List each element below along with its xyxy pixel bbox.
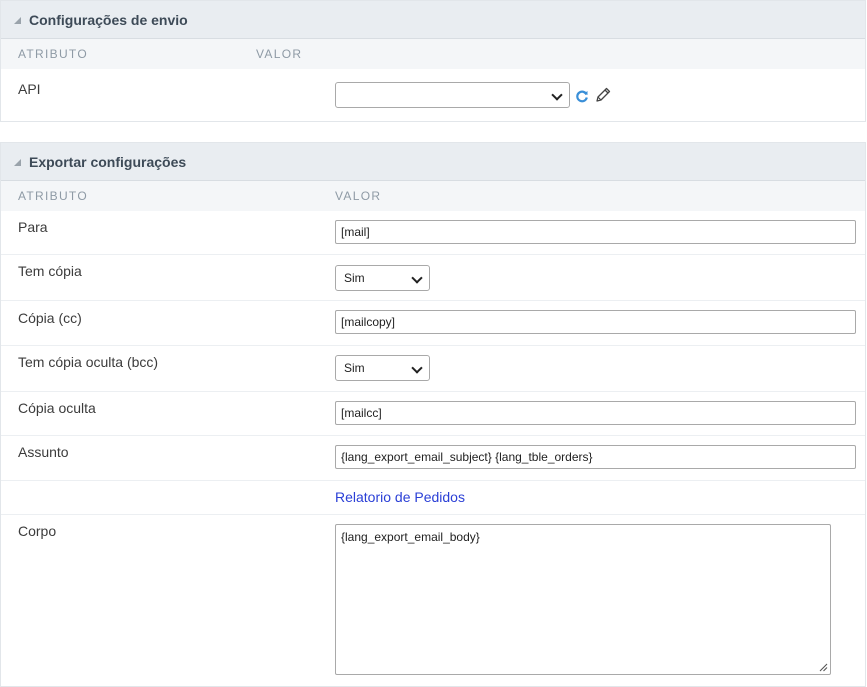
assunto-label: Assunto bbox=[18, 444, 69, 460]
para-input[interactable] bbox=[335, 220, 856, 244]
para-row: Para bbox=[1, 211, 865, 255]
refresh-icon[interactable] bbox=[575, 89, 589, 103]
resize-handle-icon[interactable] bbox=[818, 662, 828, 672]
collapse-triangle-icon[interactable] bbox=[14, 159, 21, 166]
column-value: VALOR bbox=[256, 47, 303, 61]
tem-copia-select-value: Sim bbox=[344, 271, 365, 285]
tem-copia-select[interactable]: Sim bbox=[335, 265, 430, 291]
relatorio-pedidos-link[interactable]: Relatorio de Pedidos bbox=[335, 489, 465, 505]
copia-oculta-label: Cópia oculta bbox=[18, 400, 96, 416]
column-attribute: ATRIBUTO bbox=[18, 189, 88, 203]
tem-copia-oculta-label: Tem cópia oculta (bcc) bbox=[18, 354, 159, 370]
column-value: VALOR bbox=[335, 189, 382, 203]
assunto-row: Assunto bbox=[1, 436, 865, 481]
tem-copia-oculta-row: Tem cópia oculta (bcc) Sim bbox=[1, 346, 865, 392]
chevron-down-icon bbox=[551, 89, 563, 101]
send-settings-title: Configurações de envio bbox=[29, 11, 188, 28]
send-settings-panel: Configurações de envio ATRIBUTO VALOR AP… bbox=[0, 0, 866, 122]
tem-copia-label: Tem cópia bbox=[18, 263, 82, 279]
corpo-row: Corpo {lang_export_email_body} bbox=[1, 515, 865, 687]
export-settings-title: Exportar configurações bbox=[29, 153, 187, 170]
send-settings-header[interactable]: Configurações de envio bbox=[1, 1, 865, 39]
chevron-down-icon bbox=[411, 272, 423, 284]
api-select[interactable] bbox=[335, 82, 570, 108]
export-settings-column-header: ATRIBUTO VALOR bbox=[1, 181, 865, 211]
edit-pencil-icon[interactable] bbox=[594, 86, 612, 104]
copia-cc-row: Cópia (cc) bbox=[1, 301, 865, 346]
tem-copia-row: Tem cópia Sim bbox=[1, 255, 865, 301]
chevron-down-icon bbox=[411, 362, 423, 374]
corpo-label: Corpo bbox=[18, 523, 57, 539]
copia-cc-input[interactable] bbox=[335, 310, 856, 334]
api-label: API bbox=[18, 81, 41, 97]
corpo-textarea[interactable]: {lang_export_email_body} bbox=[335, 524, 831, 675]
para-label: Para bbox=[18, 219, 48, 235]
export-settings-header[interactable]: Exportar configurações bbox=[1, 143, 865, 181]
export-settings-panel: Exportar configurações ATRIBUTO VALOR Pa… bbox=[0, 142, 866, 687]
copia-cc-label: Cópia (cc) bbox=[18, 310, 82, 326]
link-row: Relatorio de Pedidos bbox=[1, 481, 865, 515]
tem-copia-oculta-select[interactable]: Sim bbox=[335, 355, 430, 381]
column-attribute: ATRIBUTO bbox=[18, 47, 88, 61]
send-settings-column-header: ATRIBUTO VALOR bbox=[1, 39, 865, 69]
copia-oculta-row: Cópia oculta bbox=[1, 392, 865, 436]
copia-oculta-input[interactable] bbox=[335, 401, 856, 425]
collapse-triangle-icon[interactable] bbox=[14, 17, 21, 24]
tem-copia-oculta-select-value: Sim bbox=[344, 361, 365, 375]
api-row: API bbox=[1, 69, 865, 121]
corpo-textarea-value: {lang_export_email_body} bbox=[341, 530, 480, 544]
assunto-input[interactable] bbox=[335, 445, 856, 469]
